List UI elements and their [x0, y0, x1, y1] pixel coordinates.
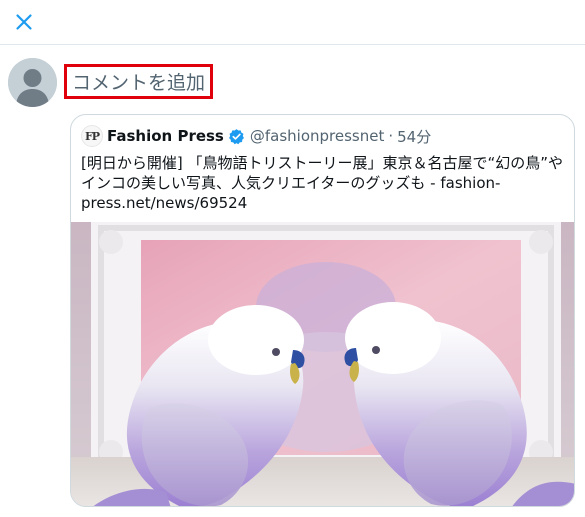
- quoted-tweet-card[interactable]: FP Fashion Press @fashionpressnet · 54分 …: [70, 114, 575, 507]
- handle: @fashionpressnet: [249, 127, 385, 145]
- top-bar: [0, 0, 585, 45]
- close-icon: [16, 14, 32, 30]
- account-logo[interactable]: FP: [81, 125, 103, 147]
- default-avatar-icon: [8, 58, 57, 107]
- timestamp[interactable]: 54分: [397, 126, 431, 147]
- comment-placeholder: コメントを追加: [72, 72, 206, 94]
- display-name[interactable]: Fashion Press: [107, 127, 224, 145]
- quoted-tweet-header: FP Fashion Press @fashionpressnet · 54分: [81, 125, 431, 147]
- separator: ·: [388, 127, 394, 145]
- close-button[interactable]: [10, 8, 38, 36]
- quoted-tweet-text: [明日から開催] 「鳥物語トリストーリー展」東京＆名古屋で“幻の鳥”やインコの美…: [81, 154, 564, 212]
- budgerigars-photo: [71, 222, 574, 506]
- avatar: [8, 58, 57, 107]
- comment-input[interactable]: コメントを追加: [64, 64, 214, 99]
- tweet-image[interactable]: [71, 222, 574, 506]
- verified-badge-icon: [228, 128, 245, 145]
